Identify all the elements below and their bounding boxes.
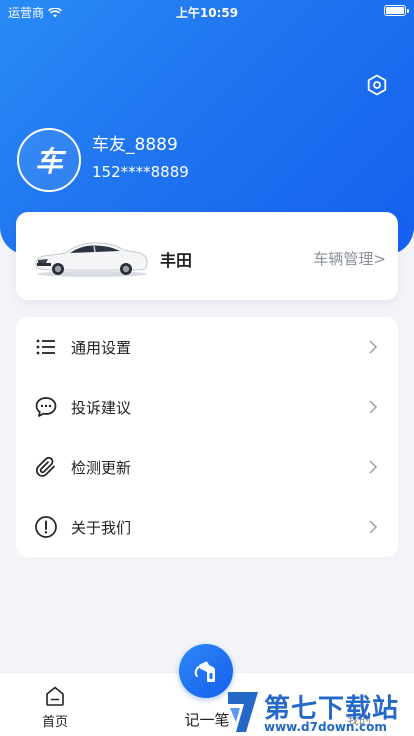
menu-item-feedback[interactable]: 投诉建议	[16, 377, 398, 437]
menu-item-label: 通用设置	[71, 338, 132, 357]
menu-item-label: 投诉建议	[71, 398, 132, 417]
menu-item-label: 关于我们	[71, 518, 132, 537]
watermark-url: www.d7down.com	[264, 720, 387, 734]
chevron-right-icon	[369, 520, 378, 534]
settings-hexagon-icon[interactable]	[366, 74, 388, 96]
vehicle-card[interactable]: 丰田 车辆管理>	[16, 212, 398, 300]
chevron-right-icon	[369, 400, 378, 414]
list-icon	[36, 339, 55, 355]
tab-home-label: 首页	[41, 715, 68, 730]
car-brand: 丰田	[160, 251, 193, 270]
chevron-right-icon	[369, 340, 378, 354]
vehicle-management-link[interactable]: 车辆管理>	[313, 248, 386, 269]
username: 车友_8889	[92, 135, 178, 155]
watermark-logo: 第七下载站 www.d7down.com	[222, 688, 414, 736]
avatar[interactable]: 车	[17, 128, 81, 192]
menu-item-general-settings[interactable]: 通用设置	[16, 317, 398, 377]
settings-menu: 通用设置 投诉建议 检测更新 关于我们	[16, 317, 398, 557]
status-bar: 运营商 上午10:59	[0, 0, 414, 22]
info-icon	[35, 516, 57, 538]
home-icon	[46, 686, 64, 706]
chevron-right-icon	[369, 460, 378, 474]
phone-number: 152****8889	[92, 163, 189, 181]
menu-item-about-us[interactable]: 关于我们	[16, 497, 398, 557]
car-image	[35, 242, 148, 277]
clock: 上午10:59	[175, 6, 239, 20]
chat-bubble-icon	[35, 397, 57, 417]
tab-home[interactable]: 首页	[5, 673, 105, 736]
fuel-nozzle-icon	[194, 661, 215, 682]
battery-icon	[384, 5, 409, 16]
avatar-text: 车	[34, 145, 63, 178]
paperclip-icon	[35, 456, 55, 477]
menu-item-label: 检测更新	[71, 458, 132, 477]
watermark-d7-logo-icon	[228, 692, 258, 732]
menu-item-check-update[interactable]: 检测更新	[16, 437, 398, 497]
